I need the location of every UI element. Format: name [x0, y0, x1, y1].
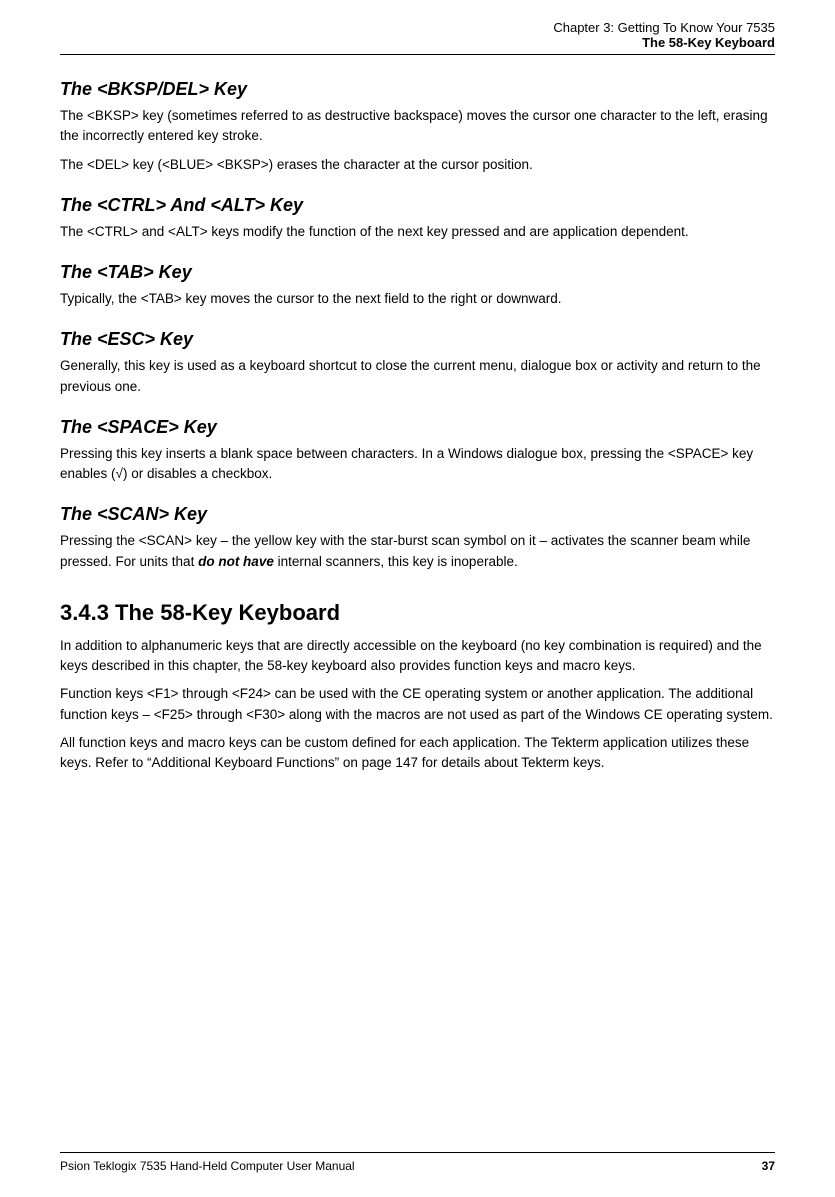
para-341-1: In addition to alphanumeric keys that ar…: [60, 636, 775, 677]
heading-esc: The <ESC> Key: [60, 329, 775, 350]
para-esc-1: Generally, this key is used as a keyboar…: [60, 356, 775, 397]
section-esc: The <ESC> Key Generally, this key is use…: [60, 329, 775, 397]
para-ctrl-alt-1: The <CTRL> and <ALT> keys modify the fun…: [60, 222, 775, 242]
section-ctrl-alt: The <CTRL> And <ALT> Key The <CTRL> and …: [60, 195, 775, 242]
header-section: The 58-Key Keyboard: [553, 35, 775, 50]
footer-left: Psion Teklogix 7535 Hand-Held Computer U…: [60, 1159, 355, 1173]
para-bksp-2: The <DEL> key (<BLUE> <BKSP>) erases the…: [60, 155, 775, 175]
section-tab: The <TAB> Key Typically, the <TAB> key m…: [60, 262, 775, 309]
section-bksp: The <BKSP/DEL> Key The <BKSP> key (somet…: [60, 79, 775, 175]
section-341: 3.4.3 The 58-Key Keyboard In addition to…: [60, 600, 775, 774]
heading-space: The <SPACE> Key: [60, 417, 775, 438]
para-341-3: All function keys and macro keys can be …: [60, 733, 775, 774]
page-footer: Psion Teklogix 7535 Hand-Held Computer U…: [60, 1152, 775, 1173]
footer-page-number: 37: [762, 1159, 775, 1173]
section-scan: The <SCAN> Key Pressing the <SCAN> key –…: [60, 504, 775, 572]
section-space: The <SPACE> Key Pressing this key insert…: [60, 417, 775, 485]
heading-tab: The <TAB> Key: [60, 262, 775, 283]
para-tab-1: Typically, the <TAB> key moves the curso…: [60, 289, 775, 309]
bold-italic-text: do not have: [198, 554, 274, 569]
para-space-1: Pressing this key inserts a blank space …: [60, 444, 775, 485]
page: Chapter 3: Getting To Know Your 7535 The…: [0, 0, 835, 1197]
heading-ctrl-alt: The <CTRL> And <ALT> Key: [60, 195, 775, 216]
para-341-2: Function keys <F1> through <F24> can be …: [60, 684, 775, 725]
header-chapter: Chapter 3: Getting To Know Your 7535: [553, 20, 775, 35]
para-scan-1: Pressing the <SCAN> key – the yellow key…: [60, 531, 775, 572]
heading-scan: The <SCAN> Key: [60, 504, 775, 525]
heading-bksp: The <BKSP/DEL> Key: [60, 79, 775, 100]
page-header: Chapter 3: Getting To Know Your 7535 The…: [60, 20, 775, 55]
heading-341: 3.4.3 The 58-Key Keyboard: [60, 600, 775, 626]
header-text: Chapter 3: Getting To Know Your 7535 The…: [553, 20, 775, 50]
para-bksp-1: The <BKSP> key (sometimes referred to as…: [60, 106, 775, 147]
